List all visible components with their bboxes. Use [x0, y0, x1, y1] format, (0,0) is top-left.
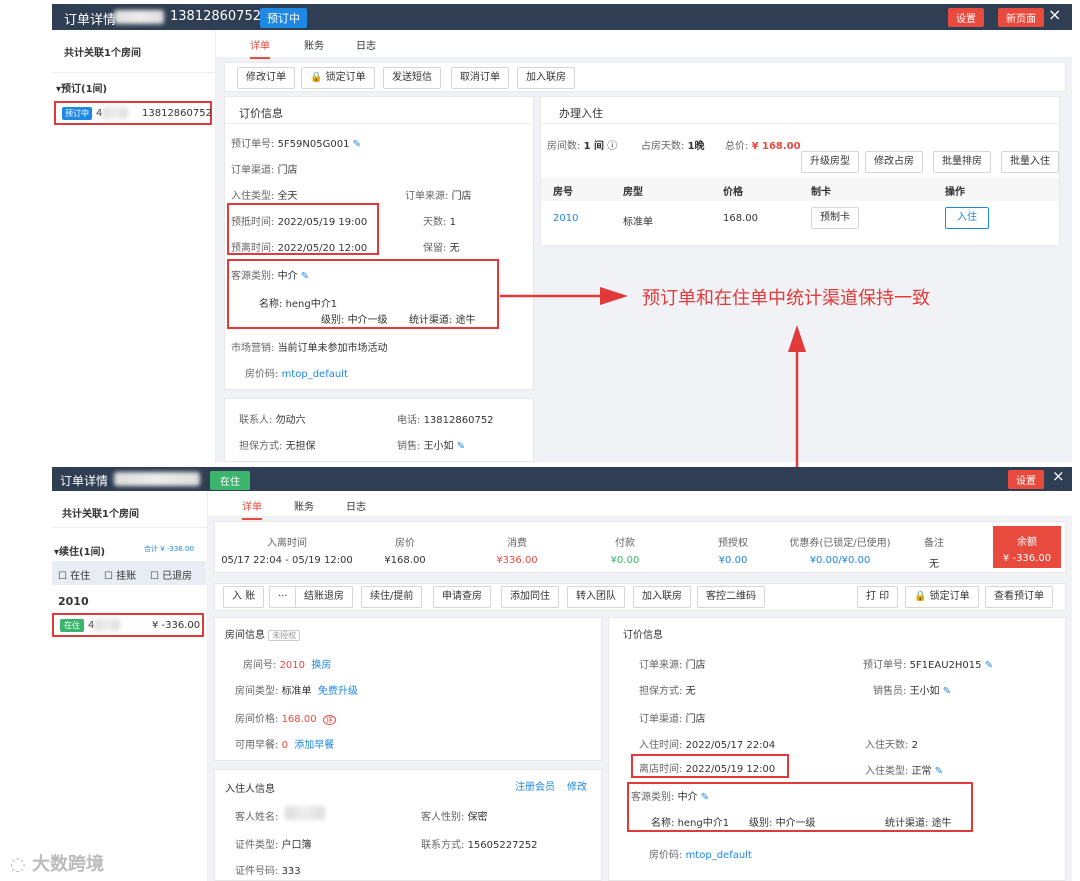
qrcode-button[interactable]: 客控二维码 — [697, 586, 765, 608]
rate-code-link[interactable]: mtop_default — [686, 850, 752, 861]
add-breakfast-link[interactable]: 添加早餐 — [294, 740, 334, 751]
join-room-button[interactable]: 加入联房 — [633, 586, 691, 608]
annotation-text: 预订单和在住单中统计渠道保持一致 — [642, 288, 930, 309]
post-charge-button[interactable]: 入 账 — [223, 586, 265, 608]
filter-charged[interactable]: ☐ 挂账 — [104, 567, 136, 582]
filter-staying[interactable]: ☐ 在住 — [58, 567, 90, 582]
logo-icon: ◌ — [10, 854, 32, 875]
balance-box: 余额 ¥ -336.00 — [993, 526, 1061, 568]
checkout-button[interactable]: 结账退房 — [295, 586, 353, 608]
status-filters: ☐ 在住 ☐ 挂账 ☐ 已退房 — [52, 561, 206, 585]
bottom-tabs: 详单 账务 日志 — [208, 491, 1072, 520]
room-check-button[interactable]: 申请查房 — [433, 586, 491, 608]
extend-button[interactable]: 续住/提前 — [361, 586, 423, 608]
edit-icon[interactable]: ✎ — [985, 660, 993, 671]
detail-icon[interactable]: 详 — [322, 715, 336, 725]
auth-tag: 未授权 — [268, 630, 301, 641]
settings-button[interactable]: 设置 — [1008, 470, 1044, 489]
watermark: ◌ 大数跨境 — [10, 854, 104, 875]
bottom-header: 订单详情 在住 设置 × — [52, 467, 1072, 491]
swap-room-link[interactable]: 换房 — [311, 660, 331, 671]
lock-order-button[interactable]: 🔒 锁定订单 — [905, 586, 979, 608]
transfer-team-button[interactable]: 转入团队 — [567, 586, 625, 608]
room-info-panel: 房间信息 未授权 房间号: 2010 换房 房间类型: 标准单 免费升级 房间价… — [214, 617, 602, 761]
bottom-left-panel: 共计关联1个房间 ▾续住(1间) 合计 ¥ -336.00 ☐ 在住 ☐ 挂账 … — [52, 491, 208, 881]
register-member-link[interactable]: 注册会员 — [515, 778, 555, 793]
edit-icon[interactable]: ✎ — [935, 766, 943, 777]
print-button[interactable]: 打 印 — [857, 586, 899, 608]
view-booking-button[interactable]: 查看预订单 — [985, 586, 1053, 608]
status-tag: 在住 — [210, 471, 250, 490]
bottom-main: 详单 账务 日志 入离时间 05/17 22:04 - 05/19 12:00 房… — [208, 491, 1072, 881]
close-icon[interactable]: × — [1052, 467, 1065, 485]
bottom-action-bar: 入 账 ··· 结账退房 续住/提前 申请查房 添加同住 转入团队 加入联房 客… — [214, 583, 1066, 611]
more-button[interactable]: ··· — [269, 586, 297, 608]
lock-icon: 🔒 — [914, 591, 930, 602]
room-item[interactable]: 在住 4 ¥ -336.00 — [52, 613, 204, 637]
bottom-order-info: 订价信息 订单来源: 门店 预订单号: 5F1EAU2H015 ✎ 担保方式: … — [608, 617, 1066, 881]
vertical-arrowhead — [788, 325, 806, 352]
free-upgrade-link[interactable]: 免费升级 — [318, 686, 358, 697]
edit-icon[interactable]: ✎ — [701, 792, 709, 803]
edit-guest-link[interactable]: 修改 — [567, 778, 587, 793]
summary-bar: 入离时间 05/17 22:04 - 05/19 12:00 房价 ¥168.00 … — [214, 521, 1066, 573]
horizontal-arrowhead — [600, 287, 628, 305]
guest-info-panel: 入住人信息 注册会员 修改 客人姓名: 客人性别: 保密 证件类型: 户口簿 联… — [214, 769, 602, 881]
filter-checked-out[interactable]: ☐ 已退房 — [150, 567, 192, 582]
add-cohabitant-button[interactable]: 添加同住 — [501, 586, 559, 608]
edit-icon[interactable]: ✎ — [943, 686, 951, 697]
